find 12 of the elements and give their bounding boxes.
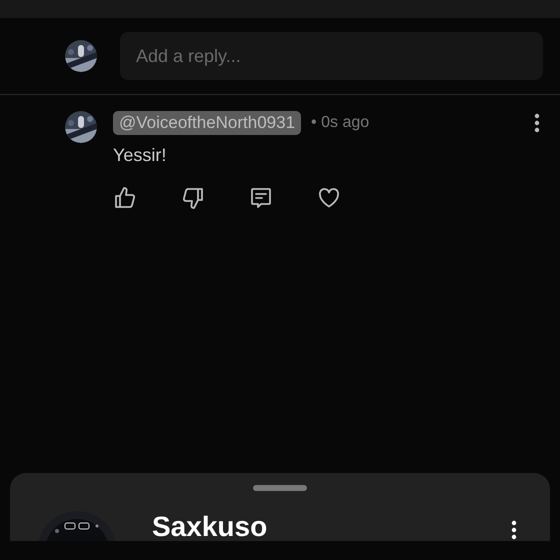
more-options-icon[interactable]: [534, 113, 540, 133]
channel-name: Saxkuso: [152, 512, 268, 541]
author-handle[interactable]: @VoiceoftheNorth0931: [113, 111, 302, 135]
drag-handle[interactable]: [253, 485, 307, 491]
dislike-icon[interactable]: [181, 186, 205, 210]
reply-input-field[interactable]: Add a reply...: [120, 32, 543, 80]
reply-comment-icon[interactable]: [249, 186, 273, 210]
more-options-icon[interactable]: [511, 519, 517, 541]
heart-icon[interactable]: [317, 186, 341, 210]
comment-text: Yessir!: [113, 145, 168, 166]
comment-time: • 0s ago: [311, 114, 370, 132]
like-icon[interactable]: [113, 186, 137, 210]
